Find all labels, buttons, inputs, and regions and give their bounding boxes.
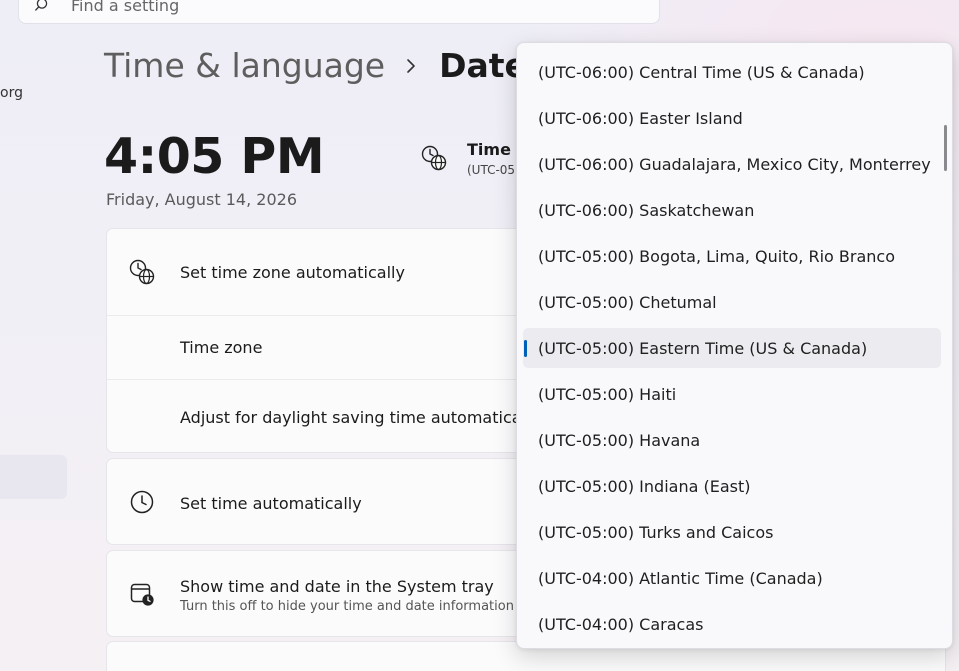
timezone-option[interactable]: (UTC-06:00) Central Time (US & Canada) (523, 52, 941, 92)
timezone-option[interactable]: (UTC-06:00) Guadalajara, Mexico City, Mo… (523, 144, 941, 184)
timezone-option-selected[interactable]: (UTC-05:00) Eastern Time (US & Canada) (523, 328, 941, 368)
show-time-in-tray-label: Show time and date in the System tray (180, 577, 494, 596)
timezone-option[interactable]: (UTC-05:00) Chetumal (523, 282, 941, 322)
timezone-option[interactable]: (UTC-05:00) Turks and Caicos (523, 512, 941, 552)
search-input[interactable] (71, 0, 571, 15)
breadcrumb-parent[interactable]: Time & language (104, 46, 385, 85)
timezone-option-label: (UTC-05:00) Eastern Time (US & Canada) (538, 338, 868, 358)
set-time-automatically-label: Set time automatically (180, 494, 362, 513)
clock-globe-icon (421, 145, 447, 171)
timezone-option[interactable]: (UTC-05:00) Haiti (523, 374, 941, 414)
timezone-option[interactable]: (UTC-05:00) Indiana (East) (523, 466, 941, 506)
daylight-saving-label: Adjust for daylight saving time automati… (180, 408, 540, 427)
search-box[interactable] (18, 0, 660, 24)
timezone-option[interactable]: (UTC-05:00) Havana (523, 420, 941, 460)
time-zone-label: Time zone (180, 338, 263, 357)
timezone-dropdown-list[interactable]: (UTC-06:00) Central Time (US & Canada) (… (516, 42, 953, 649)
set-timezone-automatically-label: Set time zone automatically (180, 263, 405, 282)
timezone-option[interactable]: (UTC-05:00) Bogota, Lima, Quito, Rio Bra… (523, 236, 941, 276)
clock-globe-icon (129, 259, 155, 285)
timezone-option[interactable]: (UTC-06:00) Easter Island (523, 98, 941, 138)
search-icon (35, 0, 48, 11)
timezone-option[interactable]: (UTC-04:00) Caracas (523, 604, 941, 644)
sidebar-account-label: org (0, 85, 23, 101)
calendar-clock-icon (130, 583, 154, 606)
clock-icon (130, 490, 154, 514)
show-time-in-tray-description: Turn this off to hide your time and date… (180, 599, 514, 614)
selection-indicator (524, 340, 527, 357)
timezone-option[interactable]: (UTC-04:00) Atlantic Time (Canada) (523, 558, 941, 598)
current-time: 4:05 PM (104, 128, 325, 185)
timezone-option[interactable]: (UTC-06:00) Saskatchewan (523, 190, 941, 230)
current-date: Friday, August 14, 2026 (106, 190, 297, 209)
sidebar-item-selected[interactable] (0, 455, 67, 499)
chevron-right-icon (407, 58, 415, 73)
dropdown-scrollbar-thumb[interactable] (944, 125, 947, 171)
